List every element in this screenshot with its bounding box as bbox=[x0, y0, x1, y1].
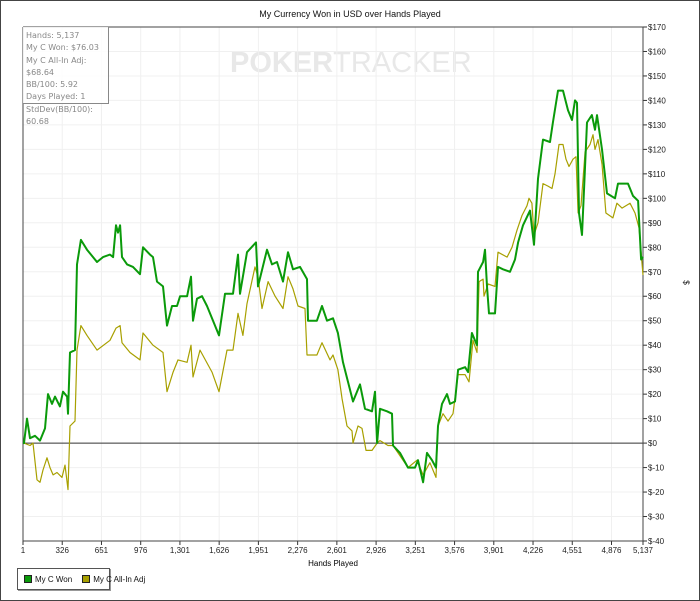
y-tick-label: $100 bbox=[648, 194, 666, 203]
x-tick-label: 1,301 bbox=[170, 546, 191, 555]
legend: My C Won My C All-In Adj bbox=[17, 568, 145, 590]
x-tick-label: 2,276 bbox=[288, 546, 309, 555]
x-tick-label: 4,226 bbox=[523, 546, 544, 555]
stat-days-played: Days Played: 1 bbox=[26, 92, 86, 102]
y-tick-label: $140 bbox=[648, 96, 666, 105]
x-tick-label: 5,137 bbox=[633, 546, 654, 555]
x-axis-label: Hands Played bbox=[308, 559, 358, 568]
x-tick-label: 2,601 bbox=[327, 546, 348, 555]
legend-swatch-allin-adj bbox=[82, 575, 91, 583]
y-tick-label: $10 bbox=[648, 415, 662, 424]
y-tick-label: $-10 bbox=[648, 464, 665, 473]
y-tick-label: $20 bbox=[648, 390, 662, 399]
stats-box: Hands: 5,137 My C Won: $76.03 My C All-I… bbox=[23, 27, 109, 126]
y-tick-label: $110 bbox=[648, 170, 666, 179]
y-tick-label: $0 bbox=[648, 439, 657, 448]
legend-swatch-won bbox=[24, 575, 32, 583]
series-line-allin-adj bbox=[23, 134, 644, 491]
stat-stddev: StdDev(BB/100): 60.68 bbox=[26, 104, 93, 127]
x-tick-label: 1,951 bbox=[248, 546, 269, 555]
x-tick-label: 326 bbox=[56, 546, 70, 555]
y-tick-label: $50 bbox=[648, 317, 662, 326]
y-tick-label: $70 bbox=[648, 268, 662, 277]
stat-allin-adj: My C All-In Adj: $68.64 bbox=[26, 55, 87, 77]
x-tick-label: 1,626 bbox=[209, 546, 230, 555]
y-tick-label: $120 bbox=[648, 145, 666, 154]
stat-won: My C Won: $76.03 bbox=[26, 43, 99, 53]
y-tick-label: $60 bbox=[648, 292, 662, 301]
x-tick-label: 3,576 bbox=[445, 546, 466, 555]
stat-hands: Hands: 5,137 bbox=[26, 31, 80, 40]
y-tick-label: $160 bbox=[648, 47, 666, 56]
stat-bb100: BB/100: 5.92 bbox=[26, 80, 78, 90]
x-tick-label: 4,551 bbox=[562, 546, 583, 555]
y-tick-label: $80 bbox=[648, 243, 662, 252]
y-tick-label: $90 bbox=[648, 219, 662, 228]
x-tick-label: 651 bbox=[95, 546, 109, 555]
x-tick-label: 3,901 bbox=[484, 546, 505, 555]
y-axis-label: $ bbox=[681, 280, 691, 285]
y-tick-label: $40 bbox=[648, 341, 662, 350]
y-tick-label: $170 bbox=[648, 23, 666, 32]
x-tick-label: 3,251 bbox=[405, 546, 426, 555]
x-tick-label: 2,926 bbox=[366, 546, 387, 555]
legend-item-won[interactable]: My C Won bbox=[24, 575, 72, 584]
y-tick-label: $-30 bbox=[648, 513, 665, 522]
y-tick-label: $30 bbox=[648, 366, 662, 375]
y-tick-label: $150 bbox=[648, 72, 666, 81]
y-tick-label: $-40 bbox=[648, 537, 665, 546]
legend-label-allin-adj: My C All-In Adj bbox=[93, 574, 146, 584]
legend-item-allin-adj[interactable]: My C All-In Adj bbox=[82, 575, 145, 584]
y-tick-label: $130 bbox=[648, 121, 666, 130]
x-tick-label: 1 bbox=[21, 546, 26, 555]
legend-label-won: My C Won bbox=[35, 574, 73, 584]
x-tick-label: 4,876 bbox=[601, 546, 622, 555]
y-tick-label: $-20 bbox=[648, 488, 665, 497]
x-tick-label: 976 bbox=[134, 546, 148, 555]
